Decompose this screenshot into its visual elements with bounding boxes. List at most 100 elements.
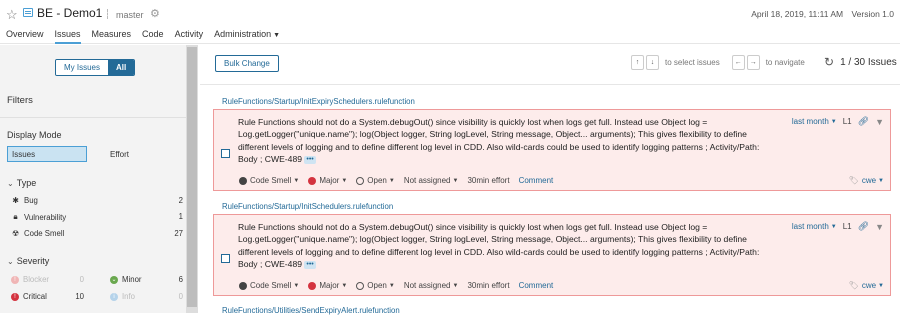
all-issues-button[interactable]: All bbox=[108, 60, 135, 75]
caret-down-icon: ▼ bbox=[830, 118, 837, 125]
tab-issues[interactable]: Issues bbox=[54, 29, 81, 44]
facet-item-code-smell[interactable]: ☢ Code Smell bbox=[11, 229, 64, 238]
facet-label: Vulnerability bbox=[24, 212, 67, 222]
arrow-down-key-icon: ↓ bbox=[646, 55, 659, 70]
display-mode-title: Display Mode bbox=[7, 130, 62, 140]
project-version: Version 1.0 bbox=[851, 9, 894, 19]
facet-count: 27 bbox=[174, 229, 183, 238]
facet-item-minor[interactable]: ⌄ Minor bbox=[110, 275, 142, 284]
permalink-icon[interactable]: 🔗︎ bbox=[858, 116, 869, 127]
issue-status-label: Open bbox=[367, 176, 387, 185]
top-bar: ☆ BE - Demo1 master ⚙ April 18, 2019, 11… bbox=[0, 0, 900, 44]
toolbar-divider bbox=[200, 84, 900, 85]
sidebar-scroll-thumb[interactable] bbox=[187, 47, 197, 307]
issue-assignee[interactable]: Not assigned ▼ bbox=[404, 281, 459, 290]
caret-down-icon: ▼ bbox=[388, 177, 395, 184]
issue-effort[interactable]: 30min effort bbox=[467, 176, 509, 185]
more-icon[interactable]: ••• bbox=[304, 260, 316, 269]
issue-type[interactable]: Code Smell ▼ bbox=[239, 281, 299, 290]
caret-down-icon: ▼ bbox=[388, 282, 395, 289]
branch-name[interactable]: master bbox=[116, 10, 144, 20]
tag-icon: 🏷︎ bbox=[848, 281, 859, 290]
help-icon[interactable]: ⚙ bbox=[150, 7, 160, 20]
issue-assignee-label: Not assigned bbox=[403, 176, 451, 185]
facet-item-vulnerability[interactable]: 🔒︎ Vulnerability bbox=[11, 212, 66, 222]
branch-icon bbox=[107, 9, 109, 19]
facet-count: 0 bbox=[79, 275, 84, 284]
display-mode-issues[interactable]: Issues bbox=[7, 146, 87, 162]
bulk-change-button[interactable]: Bulk Change bbox=[215, 55, 279, 72]
component-path[interactable]: RuleFunctions/Startup/InitExpirySchedule… bbox=[222, 97, 415, 106]
facet-count: 6 bbox=[178, 275, 183, 284]
issue-severity[interactable]: Major ▼ bbox=[308, 176, 347, 185]
display-mode-effort[interactable]: Effort bbox=[110, 150, 129, 159]
my-issues-button[interactable]: My Issues bbox=[56, 60, 109, 75]
tag-label: cwe bbox=[861, 176, 877, 185]
caret-down-icon: ▼ bbox=[878, 177, 884, 184]
project-title[interactable]: BE - Demo1 bbox=[37, 6, 102, 20]
code-smell-icon bbox=[239, 281, 247, 290]
issue-date[interactable]: last month bbox=[792, 117, 829, 126]
navigate-hint: to navigate bbox=[765, 58, 805, 67]
issue-line: L1 bbox=[842, 117, 852, 126]
more-icon[interactable]: ••• bbox=[304, 155, 316, 164]
severity-facet-title: Severity bbox=[16, 256, 50, 266]
issue-severity-label: Major bbox=[319, 176, 340, 185]
issue-actions: last month ▼ L1 🔗︎ ▼ bbox=[792, 221, 884, 232]
filters-title: Filters bbox=[7, 95, 33, 106]
favorite-star-icon[interactable]: ☆ bbox=[6, 7, 18, 23]
filter-icon[interactable]: ▼ bbox=[875, 222, 884, 232]
comment-link[interactable]: Comment bbox=[519, 176, 554, 185]
issue-card[interactable]: Rule Functions should not do a System.de… bbox=[213, 109, 891, 191]
info-icon: i bbox=[110, 292, 118, 301]
facet-label: Critical bbox=[23, 292, 47, 301]
lock-icon: 🔒︎ bbox=[13, 212, 18, 221]
issue-checkbox[interactable] bbox=[221, 149, 230, 158]
issue-message-text: Rule Functions should not do a System.de… bbox=[238, 222, 760, 270]
reload-icon[interactable]: ↻ bbox=[824, 55, 834, 69]
caret-down-icon: ▼ bbox=[452, 177, 459, 184]
select-hint: to select issues bbox=[665, 58, 720, 67]
issue-tags[interactable]: 🏷︎ cwe ▼ bbox=[849, 281, 884, 290]
tab-administration[interactable]: Administration ▼ bbox=[214, 29, 280, 44]
issue-date[interactable]: last month bbox=[792, 222, 829, 231]
type-facet-header[interactable]: ⌄ Type bbox=[7, 178, 36, 188]
critical-icon: ! bbox=[11, 292, 19, 301]
caret-down-icon: ▼ bbox=[341, 177, 348, 184]
code-smell-icon: ☢ bbox=[12, 229, 19, 238]
issue-checkbox[interactable] bbox=[221, 254, 230, 263]
issue-card[interactable]: Rule Functions should not do a System.de… bbox=[213, 214, 891, 296]
issue-assignee[interactable]: Not assigned ▼ bbox=[404, 176, 459, 185]
component-path[interactable]: RuleFunctions/Utilities/SendExpiryAlert.… bbox=[222, 306, 400, 315]
facet-item-critical[interactable]: ! Critical bbox=[11, 292, 47, 301]
filter-icon[interactable]: ▼ bbox=[875, 117, 884, 127]
severity-facet-header[interactable]: ⌄ Severity bbox=[7, 256, 49, 266]
component-path[interactable]: RuleFunctions/Startup/InitSchedulers.rul… bbox=[222, 202, 393, 211]
issue-message[interactable]: Rule Functions should not do a System.de… bbox=[238, 221, 778, 271]
tag-label: cwe bbox=[861, 281, 877, 290]
issue-status[interactable]: Open ▼ bbox=[356, 281, 395, 290]
arrow-right-key-icon: → bbox=[746, 55, 760, 70]
issue-severity[interactable]: Major ▼ bbox=[308, 281, 347, 290]
facet-count: 1 bbox=[178, 212, 183, 221]
issue-actions: last month ▼ L1 🔗︎ ▼ bbox=[792, 116, 884, 127]
analysis-info: April 18, 2019, 11:11 AM Version 1.0 bbox=[745, 9, 894, 19]
facet-item-blocker[interactable]: ! Blocker bbox=[11, 275, 49, 284]
tab-activity[interactable]: Activity bbox=[175, 29, 204, 44]
facet-label: Minor bbox=[122, 275, 142, 284]
issue-type[interactable]: Code Smell ▼ bbox=[239, 176, 299, 185]
facet-item-bug[interactable]: ✱ Bug bbox=[11, 196, 38, 205]
permalink-icon[interactable]: 🔗︎ bbox=[858, 221, 869, 232]
tab-overview[interactable]: Overview bbox=[6, 29, 44, 44]
issue-type-label: Code Smell bbox=[250, 281, 292, 290]
tab-measures[interactable]: Measures bbox=[92, 29, 132, 44]
facet-item-info[interactable]: i Info bbox=[110, 292, 135, 301]
tab-code[interactable]: Code bbox=[142, 29, 164, 44]
issue-status[interactable]: Open ▼ bbox=[356, 176, 395, 185]
comment-link[interactable]: Comment bbox=[519, 281, 554, 290]
issue-message[interactable]: Rule Functions should not do a System.de… bbox=[238, 116, 778, 166]
analysis-date: April 18, 2019, 11:11 AM bbox=[751, 9, 844, 19]
issue-tags[interactable]: 🏷︎ cwe ▼ bbox=[849, 176, 884, 185]
issue-assignee-label: Not assigned bbox=[403, 281, 451, 290]
issue-effort[interactable]: 30min effort bbox=[467, 281, 509, 290]
